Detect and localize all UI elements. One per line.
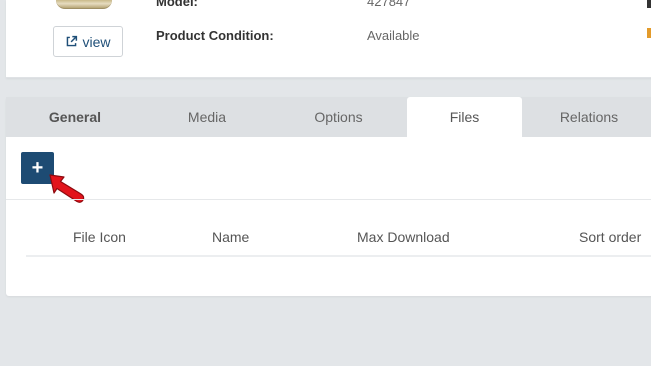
tab-media[interactable]: Media — [144, 97, 270, 137]
cropped-edge-badge — [647, 28, 651, 38]
model-label: Model: — [156, 0, 198, 9]
tab-relations-label: Relations — [559, 109, 619, 125]
external-link-icon — [67, 35, 78, 47]
view-button-label: view — [82, 33, 111, 50]
tab-bar: General Media Options Files Relations — [6, 97, 651, 137]
tab-general-label: General — [48, 109, 102, 125]
product-summary-panel: view Model: 427847 Product Condition: Av… — [6, 0, 651, 78]
view-button[interactable]: view — [53, 26, 123, 57]
files-table-header: File Icon Name Max Download Sort order — [26, 219, 651, 257]
column-header-sort-order: Sort order — [579, 229, 642, 245]
column-header-file-icon: File Icon — [73, 229, 126, 245]
tab-options-label: Options — [314, 109, 363, 125]
column-header-name: Name — [212, 229, 250, 245]
product-thumbnail — [56, 0, 112, 9]
cropped-edge-text — [647, 0, 651, 8]
tab-files[interactable]: Files — [407, 97, 522, 137]
red-arrow-pointer-icon — [49, 174, 85, 203]
tab-media-label: Media — [187, 109, 227, 125]
product-condition-value: Available — [367, 28, 420, 43]
tab-files-label: Files — [449, 109, 480, 125]
product-tabs-panel: General Media Options Files Relations + … — [6, 97, 651, 296]
tab-general[interactable]: General — [6, 97, 144, 137]
column-header-max-download: Max Download — [357, 229, 450, 245]
plus-icon: + — [31, 156, 44, 179]
tab-options[interactable]: Options — [270, 97, 407, 137]
model-value: 427847 — [367, 0, 411, 9]
toolbar-divider — [6, 199, 651, 200]
tab-relations[interactable]: Relations — [522, 97, 651, 137]
product-condition-label: Product Condition: — [156, 28, 274, 43]
